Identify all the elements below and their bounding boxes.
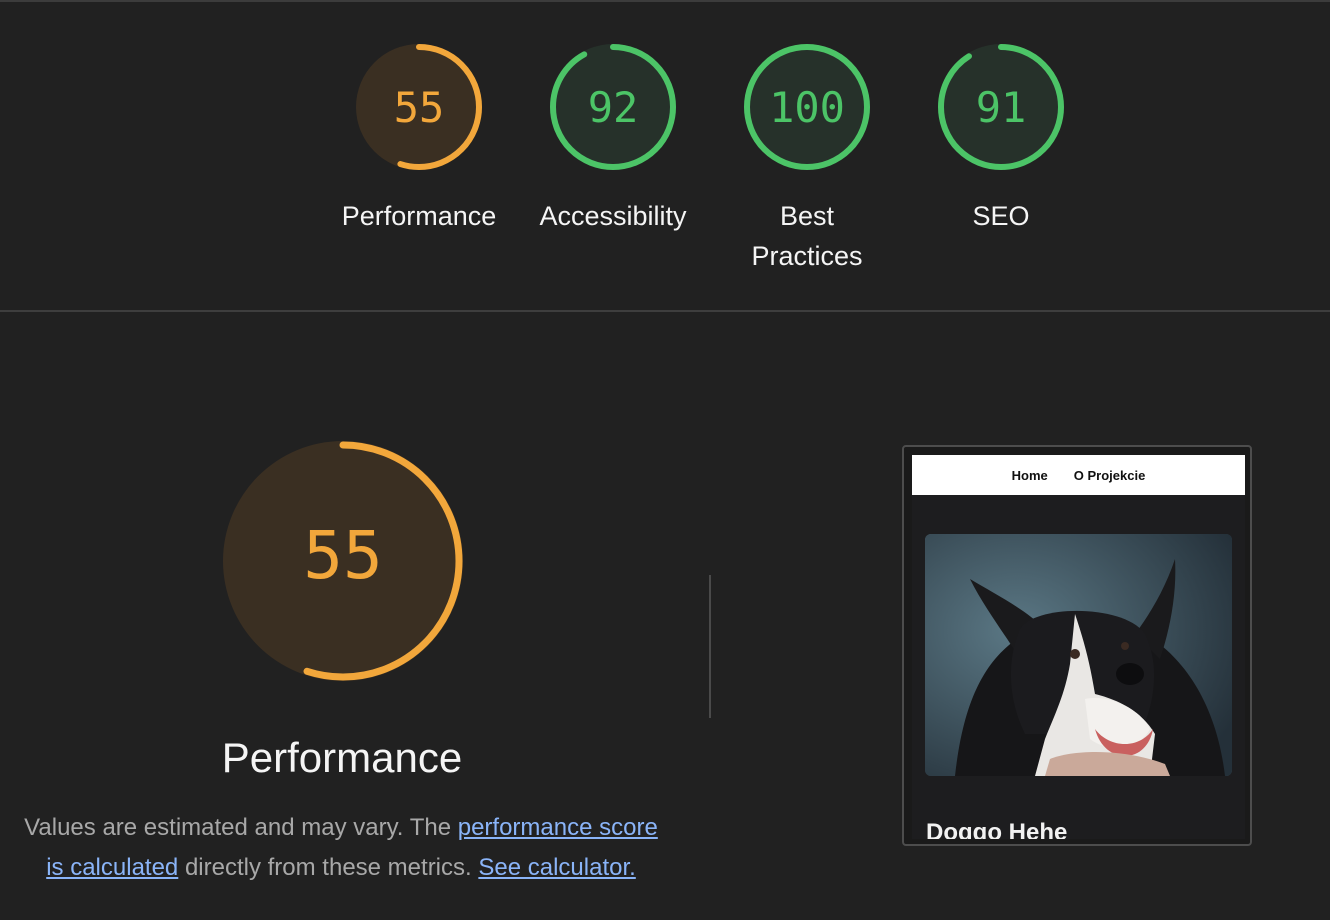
dog-photo (925, 534, 1232, 776)
gauge-best-practices-label: Best Practices (751, 201, 863, 271)
score-summary: 55 Performance 92 Accessibility 100 Best… (0, 2, 1330, 310)
gauge-accessibility-ring: 92 (550, 44, 676, 170)
gauge-performance-label: Performance (341, 201, 497, 231)
performance-description: Values are estimated and may vary. The p… (16, 808, 666, 888)
section-divider (0, 310, 1330, 312)
gauge-accessibility[interactable]: 92 Accessibility (523, 42, 703, 236)
gauge-best-practices-ring: 100 (744, 44, 870, 170)
final-screenshot-thumbnail[interactable]: Home O Projekcie Doggo Hehe (902, 445, 1252, 846)
thumbnail-nav-o-projekcie: O Projekcie (1073, 467, 1146, 483)
gauge-performance[interactable]: 55 Performance (329, 42, 509, 236)
performance-gauge-large: 55 (223, 441, 463, 681)
gauge-seo-label: SEO (972, 201, 1030, 231)
performance-title: Performance (221, 734, 463, 781)
thumbnail-page: Home O Projekcie Doggo Hehe (912, 455, 1245, 839)
gauge-seo[interactable]: 91 SEO (911, 42, 1091, 236)
gauge-best-practices-score: 100 (769, 83, 845, 132)
description-text-2: directly from these metrics. (178, 854, 479, 881)
gauge-performance-score: 55 (394, 83, 445, 132)
thumbnail-nav: Home O Projekcie (912, 455, 1245, 495)
vertical-separator (709, 575, 711, 718)
gauge-seo-score: 91 (976, 83, 1027, 132)
gauge-accessibility-label: Accessibility (539, 201, 687, 231)
see-calculator-link[interactable]: See calculator. (478, 854, 635, 881)
gauge-seo-ring: 91 (938, 44, 1064, 170)
thumbnail-heading: Doggo Hehe (926, 819, 1068, 839)
thumbnail-nav-home: Home (1011, 467, 1048, 483)
description-text-1: Values are estimated and may vary. The (24, 814, 458, 841)
dog-illustration (925, 534, 1232, 776)
gauge-performance-ring: 55 (356, 44, 482, 170)
performance-score-large: 55 (303, 517, 382, 594)
gauge-best-practices[interactable]: 100 Best Practices (717, 42, 897, 276)
gauge-accessibility-score: 92 (588, 83, 639, 132)
